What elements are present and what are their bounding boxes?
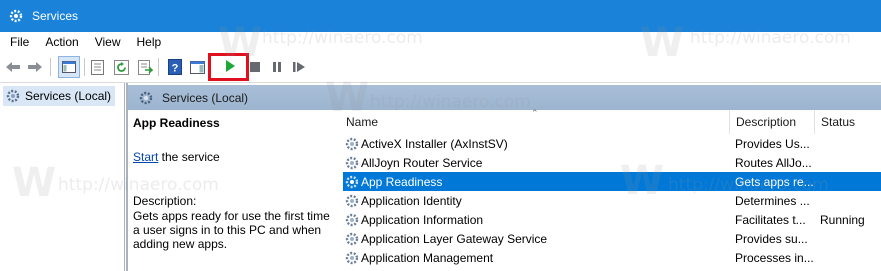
service-description: Facilitates t... [735, 213, 806, 227]
toolbar-separator [158, 58, 159, 76]
column-separator[interactable] [729, 110, 730, 134]
menu-action[interactable]: Action [39, 35, 84, 49]
properties-icon[interactable] [88, 58, 106, 76]
service-gear-icon [344, 250, 360, 266]
selected-service-name: App Readiness [133, 116, 220, 130]
service-gear-icon [344, 212, 360, 228]
service-row-selected[interactable]: App Readiness Gets apps re... [343, 172, 881, 191]
description-label: Description: [133, 194, 197, 208]
service-status: Running [820, 213, 865, 227]
description-text: Gets apps ready for use the first time a… [133, 209, 330, 251]
service-gear-icon [344, 193, 360, 209]
service-gear-icon [344, 136, 360, 152]
services-gear-icon [8, 8, 24, 24]
toolbar: ? [0, 52, 881, 83]
service-description: Provides Us... [735, 137, 810, 151]
service-row[interactable]: ActiveX Installer (AxInstSV) Provides Us… [343, 134, 881, 153]
service-gear-icon [344, 231, 360, 247]
show-tree-icon[interactable] [58, 56, 80, 78]
menu-help[interactable]: Help [131, 35, 168, 49]
column-header-name[interactable]: Name [346, 110, 378, 134]
export-list-icon[interactable] [136, 58, 154, 76]
menu-bar: File Action View Help [0, 32, 881, 52]
service-name: Application Layer Gateway Service [361, 232, 548, 246]
menu-file[interactable]: File [4, 35, 35, 49]
back-arrow-icon[interactable] [4, 58, 22, 76]
pause-service-icon[interactable] [268, 58, 286, 76]
start-service-suffix: the service [158, 150, 220, 164]
forward-arrow-icon[interactable] [26, 58, 44, 76]
service-description: Routes AllJo... [735, 156, 812, 170]
service-row[interactable]: Application Layer Gateway Service Provid… [343, 229, 881, 248]
service-name: Application Identity [361, 194, 462, 208]
service-row[interactable]: Application Information Facilitates t...… [343, 210, 881, 229]
service-name: Application Management [361, 251, 494, 265]
toolbar-separator [50, 58, 51, 76]
column-separator[interactable] [814, 110, 815, 134]
menu-view[interactable]: View [89, 35, 127, 49]
services-gear-icon [138, 90, 154, 106]
refresh-icon[interactable] [112, 58, 130, 76]
details-header: Services (Local) [128, 85, 881, 110]
details-header-title: Services (Local) [162, 90, 249, 105]
service-description: Provides su... [735, 232, 808, 246]
services-gear-icon [5, 88, 21, 104]
service-name: App Readiness [361, 175, 443, 189]
service-gear-icon [344, 174, 360, 190]
service-name: AllJoyn Router Service [361, 156, 483, 170]
window-title: Services [32, 9, 79, 23]
service-name: ActiveX Installer (AxInstSV) [361, 137, 508, 151]
service-description: Gets apps re... [735, 175, 814, 189]
service-description-panel: App Readiness Start the service Descript… [128, 110, 338, 271]
title-bar: Services [0, 0, 881, 32]
svg-text:?: ? [172, 63, 179, 75]
console-tree: Services (Local) [0, 83, 125, 271]
toolbar-separator [84, 58, 85, 76]
service-name: Application Information [361, 213, 484, 227]
sort-ascending-icon: ⌃ [531, 108, 539, 118]
service-description: Determines ... [735, 194, 810, 208]
service-description: Processes in... [735, 251, 814, 265]
service-gear-icon [344, 155, 360, 171]
start-service-action: Start the service [133, 150, 220, 164]
tree-item-services-local[interactable]: Services (Local) [3, 86, 116, 106]
start-service-link[interactable]: Start [133, 150, 158, 164]
column-header-description[interactable]: Description [736, 110, 796, 134]
tree-item-label: Services (Local) [25, 89, 112, 103]
service-row[interactable]: Application Identity Determines ... [343, 191, 881, 210]
service-row[interactable]: Application Management Processes in... [343, 248, 881, 267]
help-icon[interactable]: ? [166, 58, 184, 76]
start-button-highlight [208, 53, 249, 81]
restart-service-icon[interactable] [290, 58, 308, 76]
show-action-pane-icon[interactable] [188, 58, 206, 76]
service-row[interactable]: AllJoyn Router Service Routes AllJo... [343, 153, 881, 172]
column-header-status[interactable]: Status [821, 110, 855, 134]
